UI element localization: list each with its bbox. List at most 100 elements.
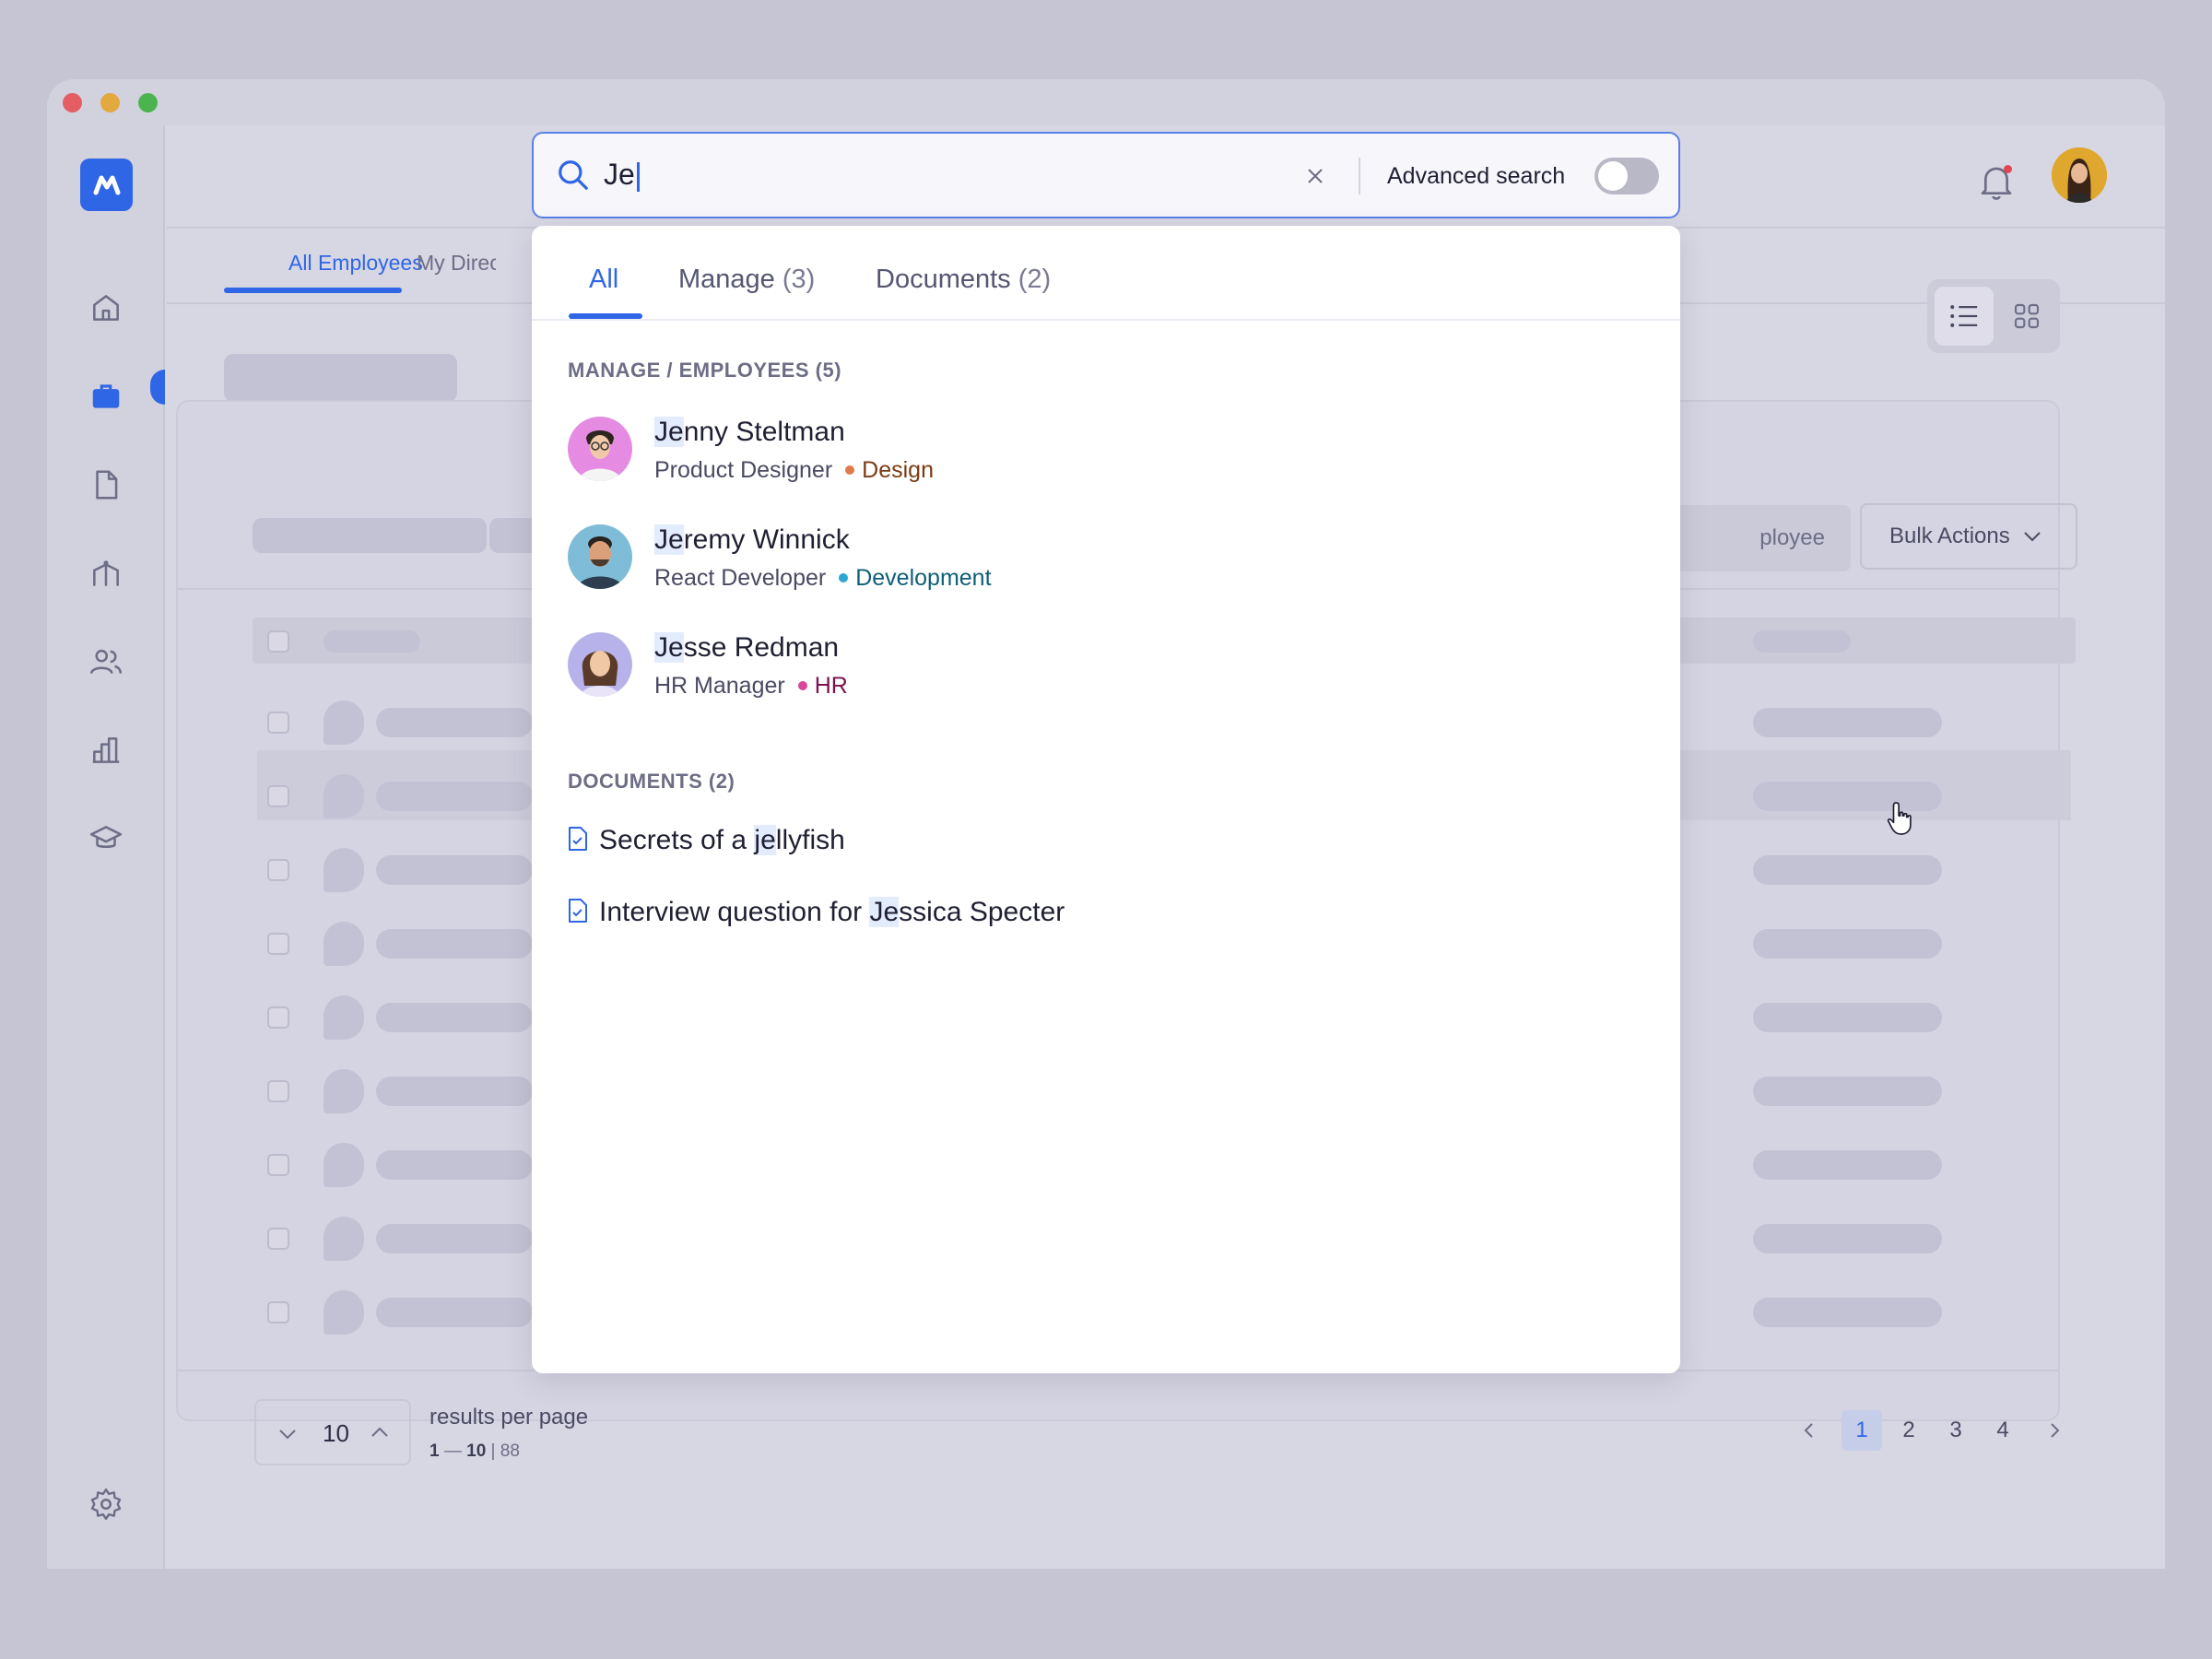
hand-cursor-icon — [1887, 802, 1912, 835]
employee-result[interactable]: Jenny Steltman Product Designer Design — [568, 417, 1305, 490]
row-checkbox[interactable] — [267, 1006, 289, 1029]
gear-icon[interactable] — [86, 1484, 126, 1524]
view-toggle — [1927, 279, 2060, 353]
document-result[interactable]: Interview question for Jessica Specter — [568, 897, 1065, 928]
doc-title-pre: Interview question for — [599, 897, 870, 927]
org-chart-icon[interactable] — [86, 553, 126, 594]
tab-label: Manage — [678, 265, 775, 294]
chevron-down-icon[interactable] — [278, 1429, 297, 1440]
notifications-bell-icon[interactable] — [1978, 162, 2015, 203]
select-all-checkbox[interactable] — [267, 630, 289, 653]
range-start: 1 — [429, 1441, 440, 1461]
row-status-placeholder — [1753, 708, 1942, 737]
employee-result[interactable]: Jesse Redman HR Manager HR — [568, 632, 1305, 706]
chevron-left-icon — [1804, 1423, 1813, 1438]
total-separator: | — [486, 1441, 500, 1461]
row-name-placeholder — [376, 855, 533, 885]
department-dot — [839, 572, 849, 582]
row-checkbox[interactable] — [267, 1301, 289, 1324]
toggle-knob — [1598, 161, 1628, 191]
doc-title-pre: Secrets of a — [599, 825, 755, 855]
bar-chart-icon[interactable] — [86, 730, 126, 771]
row-status-placeholder — [1753, 1003, 1942, 1032]
home-icon[interactable] — [86, 288, 126, 328]
row-checkbox[interactable] — [267, 859, 289, 881]
row-avatar-placeholder — [324, 1290, 364, 1335]
employee-result[interactable]: Jeremy Winnick React Developer Developmen… — [568, 524, 1305, 598]
per-page-stepper[interactable]: 10 — [254, 1399, 411, 1465]
tab-count: (2) — [1018, 265, 1052, 294]
row-status-placeholder — [1753, 1298, 1942, 1327]
row-avatar-placeholder — [324, 1217, 364, 1261]
add-employee-label: ployee — [1759, 525, 1825, 550]
grid-view-button[interactable] — [1997, 287, 2056, 346]
employee-name: Jesse Redman — [654, 632, 839, 664]
results-tab-documents[interactable]: Documents (2) — [876, 265, 1051, 295]
match-highlight: Je — [869, 897, 900, 927]
doc-title-post: ssica Specter — [899, 897, 1065, 927]
employee-role: React Developer — [654, 565, 827, 591]
clear-search-icon[interactable] — [1306, 167, 1324, 185]
row-checkbox[interactable] — [267, 933, 289, 955]
department-dot — [845, 465, 855, 475]
search-query: Je — [604, 158, 635, 191]
document-icon[interactable] — [86, 465, 126, 505]
row-name-placeholder — [376, 1298, 533, 1327]
row-checkbox[interactable] — [267, 785, 289, 807]
employee-photo — [568, 524, 632, 589]
department-dot — [797, 680, 807, 690]
close-window-button[interactable] — [63, 93, 82, 112]
app-logo[interactable] — [80, 159, 133, 211]
row-checkbox[interactable] — [267, 1228, 289, 1250]
row-name-placeholder — [376, 1003, 533, 1032]
employee-name: Jenny Steltman — [654, 417, 845, 448]
list-view-button[interactable] — [1935, 287, 1994, 346]
page-1-button[interactable]: 1 — [1841, 1410, 1882, 1451]
page-2-button[interactable]: 2 — [1888, 1410, 1929, 1451]
minimize-window-button[interactable] — [100, 93, 120, 112]
per-page-value: 10 — [323, 1419, 349, 1447]
results-tab-manage[interactable]: Manage (3) — [678, 265, 815, 295]
match-highlight: Je — [654, 632, 684, 663]
row-name-placeholder — [376, 929, 533, 959]
maximize-window-button[interactable] — [138, 93, 158, 112]
department-tag: HR — [814, 673, 848, 699]
graduation-cap-icon[interactable] — [86, 818, 126, 859]
column-header-placeholder — [324, 630, 420, 653]
employees-section-title: MANAGE / EMPLOYEES (5) — [568, 359, 842, 382]
employee-photo — [568, 632, 632, 697]
advanced-search-toggle[interactable] — [1594, 158, 1659, 194]
chevron-up-icon[interactable] — [371, 1427, 389, 1438]
row-status-placeholder — [1753, 929, 1942, 959]
document-result[interactable]: Secrets of a jellyfish — [568, 825, 845, 856]
page-title-placeholder — [224, 354, 457, 402]
page-3-button[interactable]: 3 — [1936, 1410, 1976, 1451]
row-checkbox[interactable] — [267, 1154, 289, 1176]
grid-icon — [2014, 303, 2040, 329]
department-tag: Design — [862, 457, 934, 483]
logo-icon — [93, 175, 120, 194]
next-page-button[interactable] — [2035, 1410, 2076, 1451]
row-checkbox[interactable] — [267, 712, 289, 734]
employee-role: HR Manager — [654, 673, 785, 699]
results-tab-all[interactable]: All — [589, 265, 618, 295]
user-avatar[interactable] — [2052, 147, 2107, 203]
employee-role: Product Designer — [654, 457, 833, 483]
tab-label: Documents — [876, 265, 1011, 294]
row-status-placeholder — [1753, 1224, 1942, 1253]
briefcase-icon[interactable] — [86, 376, 126, 417]
bulk-actions-button[interactable]: Bulk Actions — [1860, 503, 2077, 570]
tab-my-direct[interactable]: My Direct — [417, 251, 496, 276]
row-avatar-placeholder — [324, 700, 364, 745]
page-4-button[interactable]: 4 — [1983, 1410, 2023, 1451]
prev-page-button[interactable] — [1788, 1410, 1829, 1451]
name-rest: sse Redman — [683, 632, 840, 663]
row-status-placeholder — [1753, 1077, 1942, 1106]
tab-all-employees[interactable]: All Employees — [288, 251, 423, 276]
users-icon[interactable] — [86, 641, 126, 682]
search-input[interactable]: Je — [604, 158, 640, 192]
employee-avatar — [568, 632, 632, 697]
results-range: 1 — 10 | 88 — [429, 1441, 520, 1462]
doc-title-post: llyfish — [775, 825, 845, 855]
row-checkbox[interactable] — [267, 1080, 289, 1102]
